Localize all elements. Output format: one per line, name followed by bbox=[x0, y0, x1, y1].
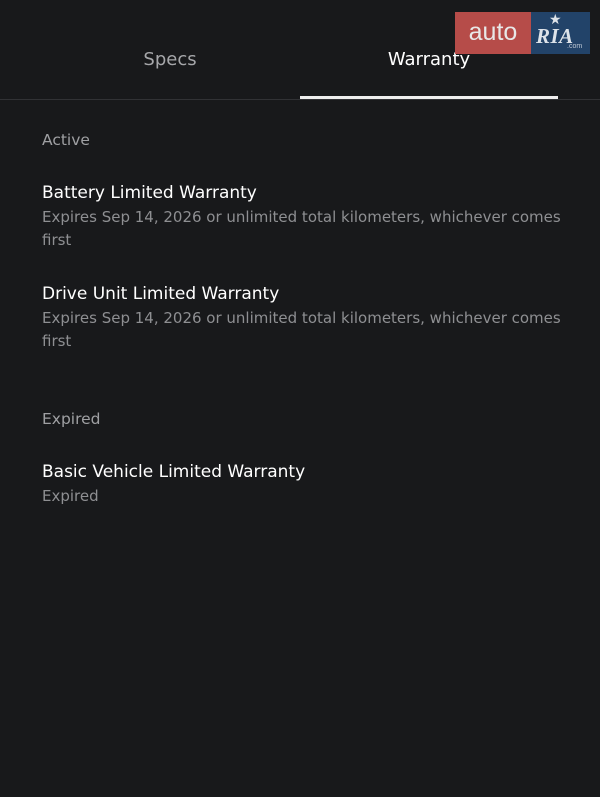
warranty-item-title: Drive Unit Limited Warranty bbox=[42, 284, 280, 304]
tab-specs[interactable]: Specs bbox=[40, 48, 300, 72]
section-header-active: Active bbox=[42, 131, 90, 149]
autoria-watermark-logo: auto ★ RIA .com bbox=[455, 12, 590, 54]
warranty-item-basic-vehicle[interactable]: Basic Vehicle Limited Warranty Expired bbox=[42, 461, 562, 508]
warranty-item-battery[interactable]: Battery Limited Warranty Expires Sep 14,… bbox=[42, 182, 562, 252]
tab-bar-divider bbox=[0, 99, 600, 100]
section-header-expired: Expired bbox=[42, 410, 101, 428]
logo-ria-block: ★ RIA .com bbox=[531, 12, 590, 54]
warranty-item-title: Basic Vehicle Limited Warranty bbox=[42, 462, 306, 482]
active-tab-indicator bbox=[300, 96, 558, 99]
logo-com-text: .com bbox=[567, 43, 583, 50]
warranty-item-title: Battery Limited Warranty bbox=[42, 183, 257, 203]
warranty-item-subtitle: Expires Sep 14, 2026 or unlimited total … bbox=[42, 309, 561, 350]
warranty-item-subtitle: Expires Sep 14, 2026 or unlimited total … bbox=[42, 208, 561, 249]
warranty-item-subtitle: Expired bbox=[42, 487, 99, 505]
warranty-item-drive-unit[interactable]: Drive Unit Limited Warranty Expires Sep … bbox=[42, 283, 562, 353]
logo-auto-text: auto bbox=[455, 12, 531, 54]
